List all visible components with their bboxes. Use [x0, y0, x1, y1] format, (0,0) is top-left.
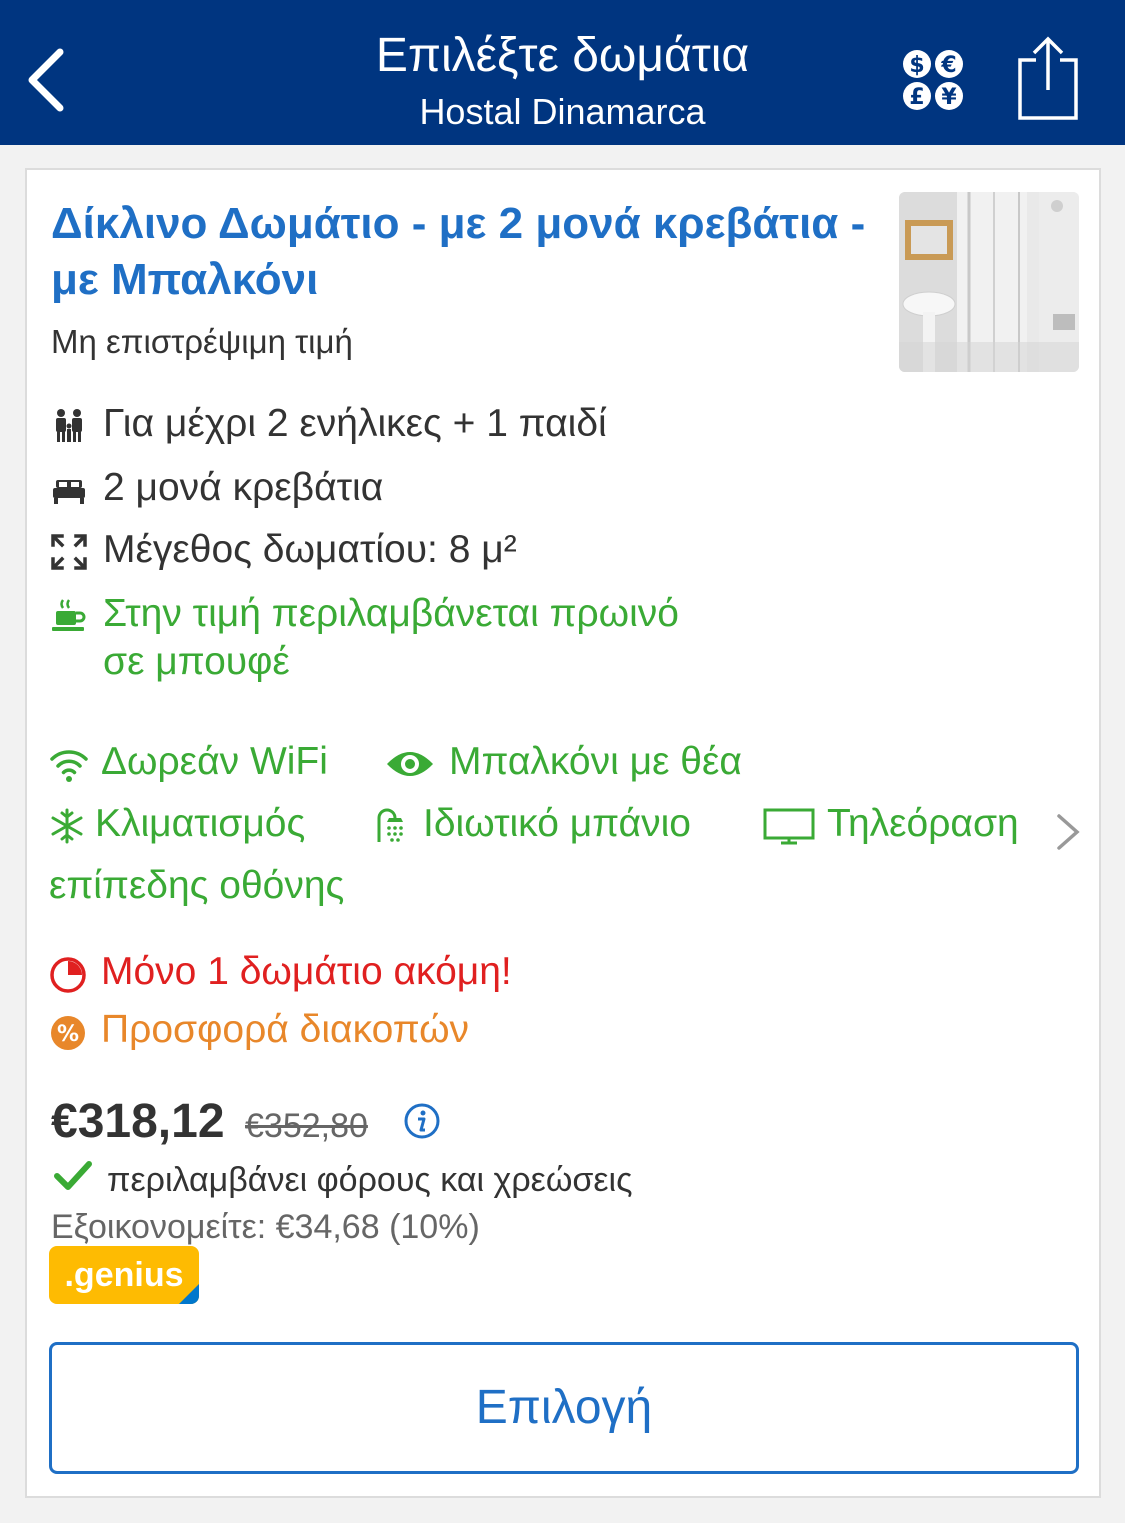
currency-dollar: $ — [909, 53, 924, 78]
taxes-note: περιλαμβάνει φόρους και χρεώσεις — [107, 1161, 633, 1199]
clock-pie-icon — [50, 957, 86, 993]
genius-label: .genius — [64, 1256, 184, 1294]
amenity-tv: Τηλεόραση — [763, 800, 1053, 848]
coffee-cup-icon — [52, 599, 86, 631]
top-nav-bar: Επιλέξτε δωμάτια Hostal Dinamarca $ € £ … — [0, 0, 1125, 145]
bed-icon — [53, 480, 85, 504]
price-info-button[interactable] — [403, 1102, 441, 1140]
amenity-wifi: Δωρεάν WiFi — [49, 738, 369, 786]
svg-text:%: % — [57, 1022, 79, 1047]
currency-icon: $ € £ ¥ — [903, 50, 963, 110]
currency-button[interactable]: $ € £ ¥ — [900, 48, 968, 112]
share-icon — [1018, 36, 1078, 120]
bathroom-label: Ιδιωτικό μπάνιο — [423, 802, 691, 845]
select-button[interactable]: Επιλογή — [49, 1342, 1079, 1474]
percent-icon: % — [51, 1016, 85, 1050]
price-original: €352,80 — [245, 1107, 368, 1145]
currency-euro: € — [940, 53, 956, 78]
tv-label-line-2: επίπεδης οθόνης — [49, 864, 345, 907]
size-text: Μέγεθος δωματίου: 8 μ² — [103, 528, 517, 571]
amenity-balcony: Μπαλκόνι με θέα — [385, 738, 805, 786]
info-icon — [404, 1103, 440, 1139]
guests-icon — [56, 409, 82, 442]
expand-icon — [51, 534, 87, 570]
occupancy-text: Για μέχρι 2 ενήλικες + 1 παιδί — [103, 402, 607, 445]
currency-pound: £ — [909, 85, 924, 110]
breakfast-line-1: Στην τιμή περιλαμβάνεται πρωινό — [103, 592, 679, 635]
eye-icon — [387, 752, 433, 776]
wifi-icon — [50, 750, 88, 782]
breakfast-line-2: σε μπουφέ — [103, 640, 290, 683]
deal-badge: % Προσφορά διακοπών — [49, 1006, 649, 1054]
tv-icon — [763, 808, 815, 845]
amenities-more-button[interactable] — [1053, 810, 1083, 854]
room-title[interactable]: Δίκλινο Δωμάτιο - με 2 μονά κρεβάτια - μ… — [51, 196, 871, 308]
balcony-label: Μπαλκόνι με θέα — [449, 740, 742, 783]
room-photo[interactable] — [899, 192, 1079, 372]
shower-icon — [377, 808, 403, 842]
deal-text: Προσφορά διακοπών — [101, 1008, 470, 1051]
chevron-right-icon — [1057, 814, 1080, 850]
savings-text: Εξοικονομείτε: €34,68 (10%) — [51, 1208, 480, 1246]
share-button[interactable] — [1010, 36, 1086, 122]
snowflake-icon — [51, 808, 83, 844]
availability-notice: Μόνο 1 δωμάτιο ακόμη! — [49, 948, 649, 996]
room-card: Δίκλινο Δωμάτιο - με 2 μονά κρεβάτια - μ… — [25, 168, 1101, 1498]
amenity-ac: Κλιματισμός — [49, 800, 349, 848]
check-icon — [54, 1161, 92, 1190]
availability-text: Μόνο 1 δωμάτιο ακόμη! — [101, 950, 512, 993]
cancellation-policy: Μη επιστρέψιμη τιμή — [51, 323, 353, 360]
beds-text: 2 μονά κρεβάτια — [103, 466, 384, 509]
amenity-tv-continued: επίπεδης οθόνης — [49, 862, 449, 910]
tv-label-line-1: Τηλεόραση — [827, 802, 1019, 845]
wifi-label: Δωρεάν WiFi — [101, 740, 328, 783]
genius-badge: .genius — [49, 1246, 199, 1304]
amenity-bathroom: Ιδιωτικό μπάνιο — [373, 800, 743, 848]
ac-label: Κλιματισμός — [95, 802, 306, 845]
price-current: €318,12 — [51, 1095, 225, 1148]
currency-yen: ¥ — [941, 85, 957, 110]
